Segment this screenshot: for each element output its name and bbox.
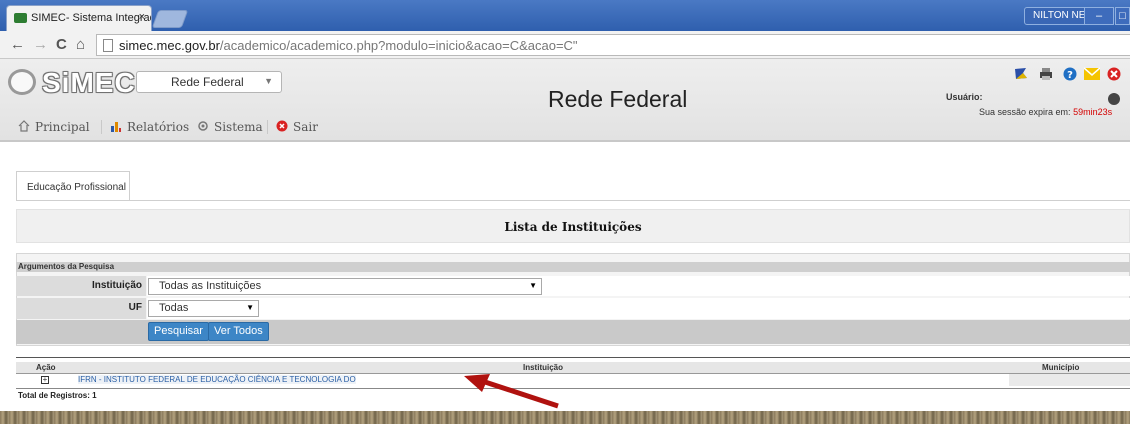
institution-link[interactable]: IFRN - INSTITUTO FEDERAL DE EDUCAÇÃO CIÊ… xyxy=(78,375,356,384)
instituicao-select[interactable]: Todas as Instituições ▼ xyxy=(148,278,542,295)
col-municipality-header[interactable]: Município xyxy=(1042,363,1079,372)
chevron-down-icon: ▼ xyxy=(264,76,273,86)
help-icon[interactable]: ? xyxy=(1062,67,1078,81)
minimize-window-button[interactable]: – xyxy=(1084,7,1114,25)
address-bar[interactable]: simec.mec.gov.br/academico/academico.php… xyxy=(96,34,1130,56)
menu-relatorios-label: Relatórios xyxy=(127,120,190,134)
total-records: Total de Registros: 1 xyxy=(18,391,97,400)
forward-arrow-icon[interactable]: → xyxy=(33,36,48,53)
close-circle-icon[interactable] xyxy=(1106,67,1122,81)
list-title: Lista de Instituições xyxy=(16,209,1130,243)
total-divider xyxy=(16,388,1130,389)
network-select[interactable]: Rede Federal ▼ xyxy=(136,71,282,93)
new-tab-button[interactable] xyxy=(151,10,189,28)
back-arrow-icon[interactable]: ← xyxy=(10,36,25,53)
view-all-button[interactable]: Ver Todos xyxy=(208,322,269,341)
menu-sair[interactable]: Sair xyxy=(276,120,318,134)
menu-divider xyxy=(101,120,102,134)
session-expiry: Sua sessão expira em: 59min23s xyxy=(979,107,1112,117)
menu-sistema[interactable]: Sistema xyxy=(197,120,263,134)
pointer-arrow-icon xyxy=(464,374,559,409)
chart-icon xyxy=(111,122,121,132)
table-row: + IFRN - INSTITUTO FEDERAL DE EDUCAÇÃO C… xyxy=(16,374,1130,386)
gear-icon xyxy=(198,121,208,131)
session-prefix: Sua sessão expira em: xyxy=(979,107,1071,117)
exit-icon xyxy=(276,120,288,132)
menu-divider xyxy=(267,120,268,134)
favicon-icon xyxy=(14,13,27,23)
network-select-value: Rede Federal xyxy=(171,75,244,89)
close-tab-icon[interactable]: × xyxy=(139,11,145,23)
uf-select-value: Todas xyxy=(159,302,189,314)
results-divider xyxy=(16,357,1130,358)
chevron-down-icon: ▼ xyxy=(246,303,254,312)
flag-icon[interactable] xyxy=(1014,67,1030,81)
results-table-header: Ação Instituição Município xyxy=(16,362,1130,374)
footer-pattern xyxy=(0,411,1130,424)
page-icon xyxy=(103,39,113,52)
tab-educacao-profissional[interactable]: Educação Profissional xyxy=(16,171,130,201)
municipality-cell xyxy=(1009,374,1130,386)
chevron-down-icon: ▼ xyxy=(529,281,537,290)
logo-text: SiMEC xyxy=(42,67,136,98)
page-title: Rede Federal xyxy=(548,86,688,112)
menu-sistema-label: Sistema xyxy=(214,120,263,134)
menu-principal[interactable]: Principal xyxy=(18,120,90,134)
col-institution-header[interactable]: Instituição xyxy=(523,363,563,372)
menu-relatorios[interactable]: Relatórios xyxy=(110,120,189,134)
url-domain: simec.mec.gov.br xyxy=(119,38,220,53)
uf-select[interactable]: Todas ▼ xyxy=(148,300,259,317)
menu-principal-label: Principal xyxy=(35,120,90,134)
home-icon xyxy=(18,120,30,132)
logo-mark-icon xyxy=(8,69,36,95)
uf-label: UF xyxy=(16,298,146,319)
tab-divider xyxy=(16,200,1130,201)
filters-heading: Argumentos da Pesquisa xyxy=(16,262,1130,272)
reload-icon[interactable]: C xyxy=(56,36,67,53)
uf-row xyxy=(147,298,1130,319)
url-path: /academico/academico.php?modulo=inicio&a… xyxy=(219,38,578,53)
browser-titlebar: SIMEC- Sistema Integrado × NILTON NELIO … xyxy=(0,0,1130,31)
maximize-window-button[interactable]: □ xyxy=(1115,7,1130,25)
user-avatar-icon[interactable] xyxy=(1108,93,1120,105)
home-icon[interactable]: ⌂ xyxy=(76,36,85,53)
browser-toolbar: ← → C ⌂ simec.mec.gov.br/academico/acade… xyxy=(0,31,1130,59)
expand-row-icon[interactable]: + xyxy=(41,376,49,384)
instituicao-select-value: Todas as Instituições xyxy=(159,280,262,292)
printer-icon[interactable] xyxy=(1038,67,1054,81)
search-button[interactable]: Pesquisar xyxy=(148,322,209,341)
user-label: Usuário: xyxy=(946,92,983,102)
instituicao-label: Instituição xyxy=(16,276,146,296)
simec-logo[interactable]: SiMEC xyxy=(8,67,136,98)
browser-tab[interactable]: SIMEC- Sistema Integrado × xyxy=(6,5,152,31)
mail-icon[interactable] xyxy=(1084,67,1100,81)
browser-tab-title: SIMEC- Sistema Integrado xyxy=(31,12,152,24)
svg-text:?: ? xyxy=(1067,70,1073,81)
menu-sair-label: Sair xyxy=(293,120,318,134)
session-time: 59min23s xyxy=(1073,107,1113,117)
col-action-header[interactable]: Ação xyxy=(36,363,56,372)
